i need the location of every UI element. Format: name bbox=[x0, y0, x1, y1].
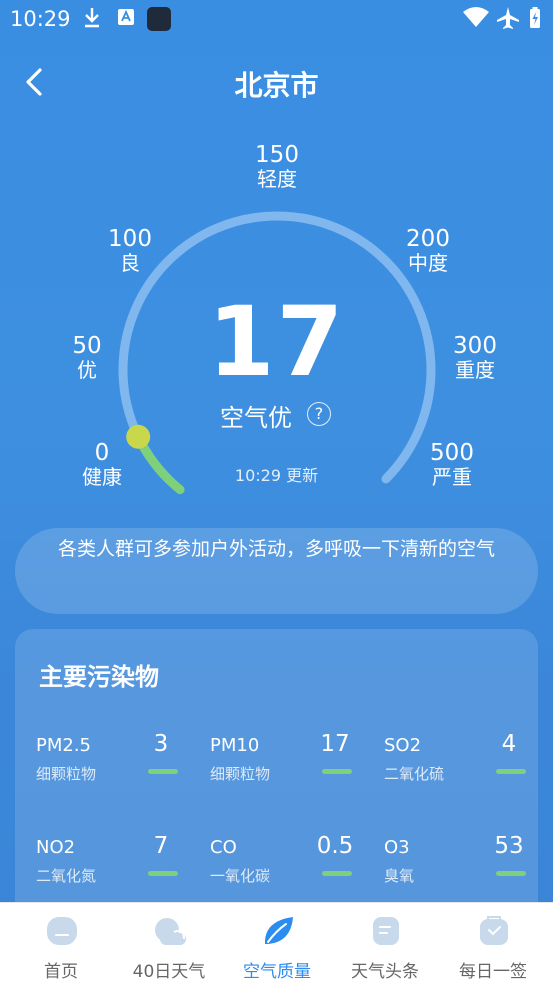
pollutant-desc: 二氧化硫 bbox=[384, 765, 445, 783]
pollutant-level-bar bbox=[496, 769, 526, 774]
pollutant-name: O3 bbox=[384, 837, 410, 858]
nav-home[interactable]: 首页 bbox=[6, 903, 116, 984]
pollutant-o3[interactable]: O3 臭氧 53 bbox=[384, 831, 534, 891]
pollutant-value: 0.5 bbox=[316, 833, 354, 859]
bag-icon bbox=[480, 916, 508, 945]
nav-40day[interactable]: 40日天气 bbox=[114, 903, 224, 984]
pollutant-desc: 臭氧 bbox=[384, 867, 415, 885]
pollutant-desc: 一氧化碳 bbox=[210, 867, 271, 885]
nav-air-quality[interactable]: 空气质量 bbox=[222, 903, 332, 984]
leaf-icon bbox=[264, 917, 293, 944]
pollutant-name: SO2 bbox=[384, 735, 422, 756]
pollutant-co[interactable]: CO 一氧化碳 0.5 bbox=[210, 831, 360, 891]
bottom-nav: 首页 40日天气 空气质量 天气头条 每日一签 bbox=[0, 902, 553, 984]
gauge-label-200: 200 中度 bbox=[406, 226, 450, 276]
pollutant-no2[interactable]: NO2 二氧化氮 7 bbox=[36, 831, 186, 891]
pollutant-desc: 细颗粒物 bbox=[36, 765, 97, 783]
nav-daily[interactable]: 每日一签 bbox=[438, 903, 548, 984]
pollutant-desc: 二氧化氮 bbox=[36, 867, 97, 885]
pollutant-desc: 细颗粒物 bbox=[210, 765, 271, 783]
update-time: 10:29 更新 bbox=[234, 466, 319, 485]
pollutant-name: PM2.5 bbox=[36, 735, 92, 756]
pollutant-pm10[interactable]: PM10 细颗粒物 17 bbox=[210, 729, 360, 789]
home-icon bbox=[47, 917, 77, 945]
card-title: 主要污染物 bbox=[39, 663, 159, 691]
page-title: 北京市 bbox=[234, 69, 319, 102]
pollutant-name: NO2 bbox=[36, 837, 76, 858]
aqi-value: 17 bbox=[207, 286, 346, 398]
pollutant-level-bar bbox=[496, 871, 526, 876]
pollutant-value: 53 bbox=[494, 833, 524, 859]
help-icon[interactable]: ? bbox=[307, 402, 331, 426]
battery-icon bbox=[530, 7, 540, 28]
cloud-icon bbox=[155, 918, 186, 945]
news-icon bbox=[373, 917, 399, 945]
nav-headlines[interactable]: 天气头条 bbox=[330, 903, 440, 984]
gauge-label-150: 150 轻度 bbox=[255, 142, 299, 192]
pollutant-so2[interactable]: SO2 二氧化硫 4 bbox=[384, 729, 534, 789]
airplane-icon bbox=[497, 7, 519, 29]
nav-label: 空气质量 bbox=[243, 962, 311, 982]
nav-label: 首页 bbox=[44, 962, 78, 982]
app-notification-icon bbox=[118, 9, 134, 25]
nav-label: 每日一签 bbox=[459, 962, 527, 982]
pollutant-pm25[interactable]: PM2.5 细颗粒物 3 bbox=[36, 729, 186, 789]
pollutant-value: 4 bbox=[501, 731, 517, 757]
aqi-level: 空气优 bbox=[220, 404, 292, 432]
pollutant-card: 主要污染物 PM2.5 细颗粒物 3 PM10 细颗粒物 17 SO2 二氧化硫… bbox=[15, 629, 538, 929]
status-bar: 10:29 bbox=[0, 0, 553, 36]
pollutant-level-bar bbox=[322, 769, 352, 774]
pollutant-value: 7 bbox=[153, 833, 169, 859]
pollutant-name: PM10 bbox=[210, 735, 260, 756]
pollutant-value: 3 bbox=[153, 731, 169, 757]
health-advice: 各类人群可多参加户外活动，多呼吸一下清新的空气 bbox=[15, 528, 538, 614]
pollutant-level-bar bbox=[148, 769, 178, 774]
pollutant-level-bar bbox=[148, 871, 178, 876]
pollutant-name: CO bbox=[210, 837, 237, 858]
app-thumbnail-icon bbox=[147, 7, 171, 31]
gauge-label-100: 100 良 bbox=[108, 226, 152, 276]
wifi-icon bbox=[463, 7, 489, 27]
nav-label: 40日天气 bbox=[132, 962, 206, 982]
download-icon bbox=[85, 8, 99, 28]
status-time: 10:29 bbox=[10, 7, 71, 31]
pollutant-level-bar bbox=[322, 871, 352, 876]
nav-label: 天气头条 bbox=[351, 962, 419, 982]
pollutant-value: 17 bbox=[320, 731, 350, 757]
